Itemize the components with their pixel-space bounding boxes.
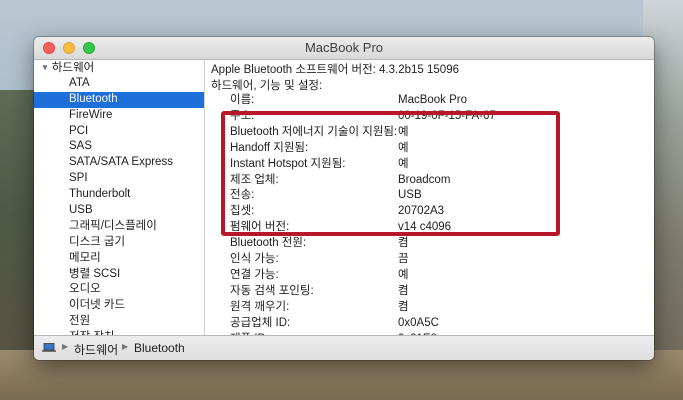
detail-value: 켬 (398, 300, 409, 313)
detail-key: 이름: (230, 94, 255, 106)
window-title: MacBook Pro (304, 40, 384, 55)
sidebar-item[interactable]: FireWire (34, 108, 204, 124)
sidebar-item[interactable]: 병렬 SCSI (34, 267, 204, 283)
sidebar-item[interactable]: PCI (34, 124, 204, 140)
sidebar-item[interactable]: 그래픽/디스플레이 (34, 219, 204, 235)
detail-value: 켬 (398, 237, 409, 250)
sidebar-item[interactable]: ATA (34, 76, 204, 92)
highlight-box (221, 111, 560, 236)
detail-value: 켬 (398, 284, 409, 297)
chevron-right-icon: ▶ (122, 342, 129, 351)
detail-key: 인식 가능: (230, 253, 279, 265)
detail-row: 자동 검색 포인팅: 켬 (205, 284, 654, 300)
detail-key: Bluetooth 전원: (230, 237, 307, 250)
detail-row: Bluetooth 전원: 켬 (205, 236, 654, 252)
sidebar[interactable]: ▼ 하드웨어 ATA Bluetooth FireWire PCI SAS SATA/SAT… (34, 60, 205, 336)
chevron-right-icon: ▶ (62, 342, 69, 351)
sidebar-group-label: 하드웨어 (51, 62, 95, 74)
sidebar-item[interactable]: Thunderbolt (34, 187, 204, 203)
detail-row: 원격 깨우기: 켬 (205, 300, 654, 316)
sidebar-item[interactable]: SAS (34, 139, 204, 155)
breadcrumb-hardware[interactable]: 하드웨어 (74, 341, 118, 358)
detail-key: 원격 깨우기: (230, 300, 290, 313)
detail-value: 끔 (398, 253, 409, 265)
detail-value: 0x0A5C (398, 316, 439, 329)
detail-row: 공급업체 ID: 0x0A5C (205, 316, 654, 332)
laptop-icon (42, 343, 56, 352)
sidebar-group-hardware[interactable]: ▼ 하드웨어 (34, 60, 204, 76)
detail-row: 연결 가능: 예 (205, 268, 654, 284)
sidebar-item[interactable]: 오디오 (34, 282, 204, 298)
detail-value: 예 (398, 268, 409, 281)
detail-row: 인식 가능: 끔 (205, 252, 654, 268)
sidebar-item[interactable]: USB (34, 203, 204, 219)
breadcrumb-bluetooth[interactable]: Bluetooth (134, 341, 185, 355)
detail-key: 연결 가능: (230, 268, 279, 281)
sidebar-item[interactable]: 디스크 굽기 (34, 235, 204, 251)
system-information-window: MacBook Pro ▼ 하드웨어 ATA Bluetooth FireWire PC… (34, 37, 654, 360)
sidebar-item[interactable]: 메모리 (34, 251, 204, 267)
status-bar-path: ▶ 하드웨어 ▶ Bluetooth (34, 335, 654, 360)
detail-key: 자동 검색 포인팅: (230, 284, 314, 297)
software-version-line: Apple Bluetooth 소프트웨어 버전: 4.3.2b15 15096 (211, 64, 459, 76)
sidebar-item[interactable]: 이더넷 카드 (34, 298, 204, 314)
sidebar-item[interactable]: 전원 (34, 314, 204, 330)
title-bar[interactable]: MacBook Pro (34, 37, 654, 60)
disclosure-triangle-icon[interactable]: ▼ (41, 60, 49, 76)
sidebar-item[interactable]: SATA/SATA Express (34, 155, 204, 171)
detail-value: MacBook Pro (398, 94, 468, 106)
sidebar-item[interactable]: Bluetooth (34, 91, 204, 108)
detail-key: 공급업체 ID: (230, 316, 291, 329)
section-header: 하드웨어, 기능 및 설정: (211, 80, 323, 92)
detail-row: 이름: MacBook Pro (205, 93, 654, 109)
sidebar-item[interactable]: SPI (34, 171, 204, 187)
